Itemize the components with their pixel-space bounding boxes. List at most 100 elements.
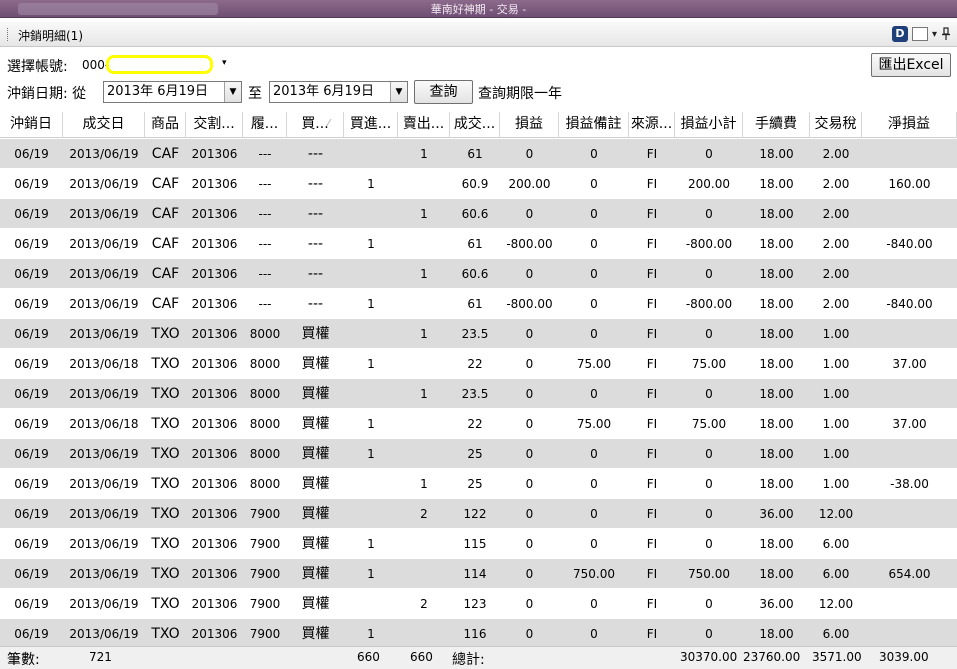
cell-pnl: 0 — [525, 417, 534, 431]
cell-sell-qty: 2 — [420, 597, 428, 611]
cell-product: TXO — [151, 446, 180, 462]
header-col-net-pnl[interactable]: 淨損益 — [862, 112, 957, 138]
date-from-picker[interactable]: 2013年 6月19日 ▼ — [103, 81, 242, 103]
header-col-trade-date[interactable]: 成交日 — [63, 112, 145, 138]
table-row[interactable]: 06/19 2013/06/18 TXO 201306 8000 買權 1 22 0 75.00 F… — [0, 409, 957, 439]
table-row[interactable]: 06/19 2013/06/19 TXO 201306 8000 買權 1 23.5 0 0 FI 0… — [0, 379, 957, 409]
cell-pnl-note: 0 — [590, 597, 598, 611]
table-row[interactable]: 06/19 2013/06/19 CAF 201306 --- --- 1 61 -800.00… — [0, 229, 957, 259]
table-row[interactable]: 06/19 2013/06/19 TXO 201306 7900 買權 1 116 0 0 FI 0 1… — [0, 619, 957, 646]
cell-tax: 1.00 — [822, 357, 850, 371]
panel-header-icons: D ▾ — [891, 26, 951, 42]
cell-delivery-month: 201306 — [191, 627, 238, 641]
cell-callput: 買權 — [301, 596, 330, 612]
fee-total: 23760.00 — [743, 650, 801, 664]
grid-header: 沖銷日 成交日 商品 交割... 履... 買... 買進... 賣出... 成交... 損益 損益… — [0, 112, 957, 138]
cell-trade-date: 2013/06/18 — [69, 357, 139, 371]
cell-trade-date: 2013/06/19 — [69, 207, 139, 221]
cell-strike: 8000 — [249, 477, 281, 491]
cell-strike: 8000 — [249, 417, 281, 431]
cell-delivery-month: 201306 — [191, 417, 238, 431]
header-col-source[interactable]: 來源... — [629, 112, 675, 138]
cell-callput: --- — [307, 296, 324, 312]
header-col-delivery-month[interactable]: 交割... — [186, 112, 243, 138]
header-col-product[interactable]: 商品 — [145, 112, 186, 138]
cell-pnl-subtotal: 0 — [705, 597, 713, 611]
cell-callput: 買權 — [301, 566, 330, 582]
float-window-icon[interactable] — [911, 27, 928, 41]
panel-menu-dropdown-icon[interactable]: ▾ — [932, 29, 937, 40]
cell-net-pnl — [862, 589, 957, 619]
cell-close-date: 06/19 — [14, 507, 49, 521]
cell-fee: 18.00 — [759, 147, 794, 161]
cell-sell-qty: 1 — [420, 267, 428, 281]
cell-trade-price: 25 — [467, 447, 483, 461]
header-col-pnl-subtotal[interactable]: 損益小計 — [675, 112, 743, 138]
cell-pnl-note: 750.00 — [573, 567, 615, 581]
cell-sell-qty: 1 — [420, 147, 428, 161]
cell-close-date: 06/19 — [14, 267, 49, 281]
query-button[interactable]: 查詢 — [414, 80, 473, 104]
account-dropdown-icon[interactable]: ▾ — [222, 58, 227, 68]
table-row[interactable]: 06/19 2013/06/19 TXO 201306 7900 買權 1 114 0 750.0… — [0, 559, 957, 589]
header-col-fee[interactable]: 手續費 — [743, 112, 810, 138]
header-col-trade-price[interactable]: 成交... — [450, 112, 500, 138]
header-col-pnl-note[interactable]: 損益備註 — [559, 112, 629, 138]
cell-pnl-note: 0 — [590, 507, 598, 521]
cell-strike: --- — [258, 297, 272, 311]
table-row[interactable]: 06/19 2013/06/19 CAF 201306 --- --- 1 61 0 0 FI 0 18… — [0, 139, 957, 169]
drag-grip-icon[interactable] — [7, 28, 10, 41]
cell-trade-price: 23.5 — [461, 387, 489, 401]
table-row[interactable]: 06/19 2013/06/19 TXO 201306 8000 買權 1 23.5 0 0 FI 0… — [0, 319, 957, 349]
date-from-dropdown-icon[interactable]: ▼ — [224, 82, 241, 102]
cell-buy-qty: 1 — [367, 627, 375, 641]
table-row[interactable]: 06/19 2013/06/18 TXO 201306 8000 買權 1 22 0 75.00 F… — [0, 349, 957, 379]
cell-close-date: 06/19 — [14, 177, 49, 191]
cell-pnl: 0 — [525, 627, 534, 641]
cell-pnl-subtotal: 0 — [705, 387, 713, 401]
header-col-close-date[interactable]: 沖銷日 — [0, 112, 63, 138]
table-row[interactable]: 06/19 2013/06/19 CAF 201306 --- --- 1 60.6 0 0 FI 0… — [0, 199, 957, 229]
header-col-callput[interactable]: 買... — [287, 112, 344, 138]
cell-product: TXO — [151, 626, 180, 642]
cell-pnl: 0 — [525, 507, 534, 521]
cell-pnl: 0 — [525, 267, 534, 281]
cell-strike: --- — [258, 237, 272, 251]
table-row[interactable]: 06/19 2013/06/19 TXO 201306 8000 買權 1 25 0 0 FI 0 18… — [0, 469, 957, 499]
table-row[interactable]: 06/19 2013/06/19 CAF 201306 --- --- 1 60.9 200.0… — [0, 169, 957, 199]
buy-total: 660 — [357, 650, 380, 664]
cell-net-pnl — [862, 529, 957, 559]
date-to-picker[interactable]: 2013年 6月19日 ▼ — [269, 81, 408, 103]
cell-fee: 18.00 — [759, 237, 794, 251]
header-col-strike[interactable]: 履... — [243, 112, 287, 138]
export-excel-button[interactable]: 匯出Excel — [871, 53, 951, 77]
table-row[interactable]: 06/19 2013/06/19 TXO 201306 7900 買權 2 123 0 0 FI 0 3… — [0, 589, 957, 619]
cell-buy-qty: 1 — [367, 297, 375, 311]
cell-callput: 買權 — [301, 476, 330, 492]
d-logo-icon[interactable]: D — [891, 26, 908, 42]
pin-icon[interactable] — [941, 27, 951, 41]
cell-trade-date: 2013/06/19 — [69, 597, 139, 611]
cell-source: FI — [646, 597, 658, 611]
header-col-buy-qty[interactable]: 買進... — [344, 112, 398, 138]
cell-buy-qty: 1 — [367, 237, 375, 251]
header-col-sell-qty[interactable]: 賣出... — [398, 112, 450, 138]
cell-pnl-subtotal: 75.00 — [691, 357, 727, 371]
table-row[interactable]: 06/19 2013/06/19 TXO 201306 7900 買權 1 115 0 0 FI 0 1… — [0, 529, 957, 559]
table-row[interactable]: 06/19 2013/06/19 TXO 201306 8000 買權 1 25 0 0 FI 0 18… — [0, 439, 957, 469]
cell-trade-date: 2013/06/19 — [69, 237, 139, 251]
table-row[interactable]: 06/19 2013/06/19 CAF 201306 --- --- 1 60.6 0 0 FI 0… — [0, 259, 957, 289]
table-row[interactable]: 06/19 2013/06/19 CAF 201306 --- --- 1 61 -800.00… — [0, 289, 957, 319]
cell-strike: 8000 — [249, 327, 281, 341]
header-col-pnl[interactable]: 損益 — [500, 112, 559, 138]
cell-strike: 7900 — [249, 627, 281, 641]
cell-pnl: 0 — [525, 387, 534, 401]
cell-pnl: 0 — [525, 567, 534, 581]
header-col-tax[interactable]: 交易稅 — [810, 112, 862, 138]
cell-strike: 7900 — [249, 507, 281, 521]
table-row[interactable]: 06/19 2013/06/19 TXO 201306 7900 買權 2 122 0 0 FI 0 3… — [0, 499, 957, 529]
cell-trade-price: 61 — [467, 147, 483, 161]
date-to-dropdown-icon[interactable]: ▼ — [390, 82, 407, 102]
cell-trade-price: 22 — [467, 417, 483, 431]
cell-product: CAF — [151, 146, 180, 162]
